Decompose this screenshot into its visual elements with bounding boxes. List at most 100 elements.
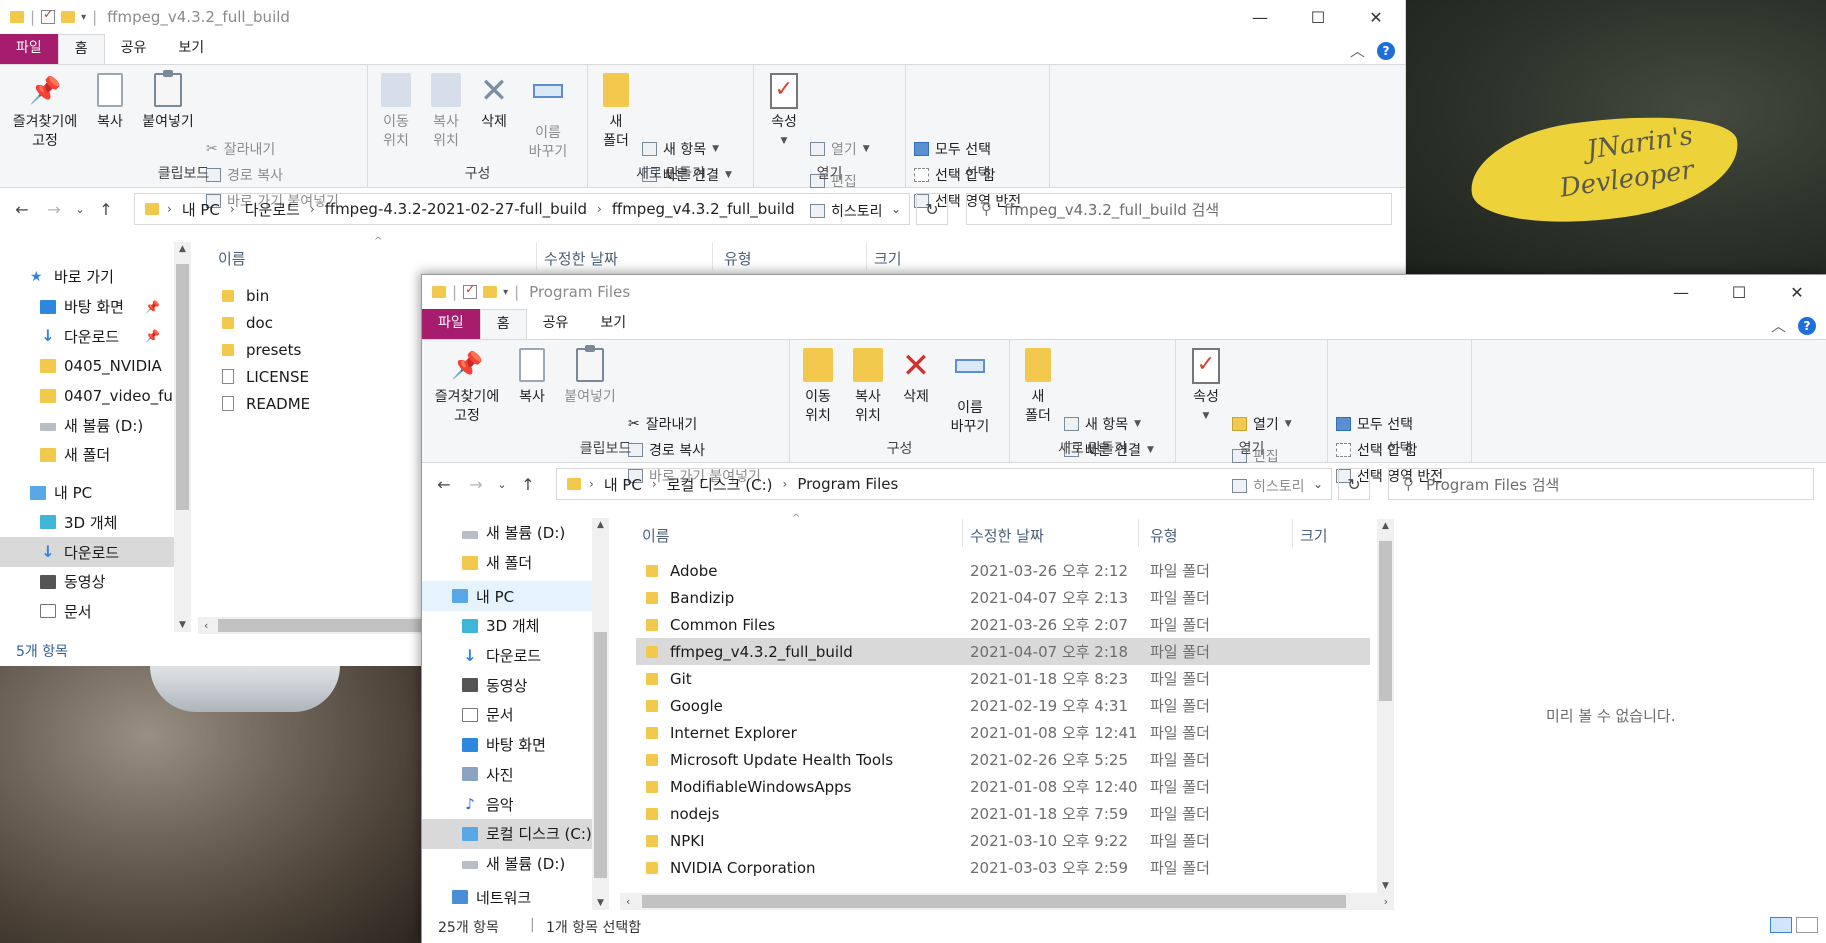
back-arrow-icon[interactable]: ← bbox=[6, 200, 38, 219]
new-item-button[interactable]: 새 항목 ▼ bbox=[1064, 414, 1141, 434]
table-row[interactable]: nodejs 2021-01-18 오후 7:59 파일 폴더 bbox=[636, 800, 1370, 827]
customize-toolbar-icon[interactable]: ▾ bbox=[81, 12, 86, 23]
refresh-button[interactable]: ↻ bbox=[1338, 468, 1370, 500]
tab-share[interactable]: 공유 bbox=[105, 34, 163, 64]
properties-button[interactable]: ✓ 속성 ▼ bbox=[1186, 348, 1226, 426]
large-icons-view-icon[interactable] bbox=[1796, 917, 1818, 933]
column-header-name[interactable]: 이름 bbox=[642, 525, 670, 546]
list-item[interactable]: presets bbox=[212, 336, 402, 363]
delete-button[interactable]: ✕ 삭제 bbox=[474, 73, 514, 132]
explorer-window-program-files[interactable]: | ▾ | Program Files — ☐ ✕ 파일 홈 공유 보기 ︿ ?… bbox=[421, 274, 1826, 943]
scroll-down-icon[interactable]: ▼ bbox=[174, 620, 191, 630]
copy-to-button[interactable]: 복사 위치 bbox=[424, 73, 468, 151]
tab-file[interactable]: 파일 bbox=[0, 34, 58, 64]
nav-scrollbar[interactable]: ▲ ▼ bbox=[174, 242, 191, 632]
nav-item-desktop[interactable]: 바탕 화면 bbox=[422, 730, 592, 760]
copy-button[interactable]: 복사 bbox=[90, 73, 130, 132]
column-header-type[interactable]: 유형 bbox=[1150, 525, 1178, 546]
scroll-left-icon[interactable]: ‹ bbox=[204, 617, 208, 634]
move-to-button[interactable]: 이동 위치 bbox=[374, 73, 418, 151]
column-header-date[interactable]: 수정한 날짜 bbox=[544, 248, 618, 269]
pin-to-quick-access-button[interactable]: 📌 즐겨찾기에 고정 bbox=[426, 348, 508, 426]
nav-item-videos[interactable]: 동영상 bbox=[0, 567, 174, 597]
properties-quick-icon[interactable] bbox=[463, 282, 478, 299]
details-view-icon[interactable] bbox=[1770, 917, 1792, 933]
minimize-button[interactable]: — bbox=[1231, 0, 1289, 34]
minimize-button[interactable]: — bbox=[1652, 275, 1710, 309]
forward-arrow-icon[interactable]: → bbox=[38, 200, 70, 219]
nav-item-folder[interactable]: 0407_video_func bbox=[0, 381, 174, 411]
rename-button[interactable]: 이름 바꾸기 bbox=[520, 73, 576, 162]
tab-file[interactable]: 파일 bbox=[422, 309, 480, 339]
nav-item-pictures[interactable]: 사진 bbox=[422, 760, 592, 790]
nav-item-downloads[interactable]: ↓ 다운로드 bbox=[0, 537, 174, 567]
close-button[interactable]: ✕ bbox=[1347, 0, 1405, 34]
table-row[interactable]: Common Files 2021-03-26 오후 2:07 파일 폴더 bbox=[636, 611, 1370, 638]
list-item[interactable]: LICENSE bbox=[212, 363, 402, 390]
breadcrumb-item[interactable]: 로컬 디스크 (C:) bbox=[667, 474, 773, 495]
table-row-selected[interactable]: ffmpeg_v4.3.2_full_build 2021-04-07 오후 2:… bbox=[636, 638, 1370, 665]
nav-item-folder[interactable]: 새 폴더 bbox=[422, 548, 592, 578]
nav-item-documents[interactable]: 문서 bbox=[0, 597, 174, 627]
scroll-thumb[interactable] bbox=[594, 632, 607, 878]
table-row[interactable]: ModifiableWindowsApps 2021-01-08 오후 12:40… bbox=[636, 773, 1370, 800]
scroll-up-icon[interactable]: ▲ bbox=[174, 244, 191, 254]
cut-button[interactable]: ✂ 잘라내기 bbox=[628, 414, 697, 434]
nav-item-this-pc[interactable]: 내 PC bbox=[422, 581, 592, 612]
collapse-ribbon-icon[interactable]: ︿ bbox=[1771, 315, 1786, 336]
title-bar[interactable]: | ▾ | ffmpeg_v4.3.2_full_build — ☐ ✕ bbox=[0, 0, 1405, 34]
maximize-button[interactable]: ☐ bbox=[1289, 0, 1347, 34]
scroll-left-icon[interactable]: ‹ bbox=[626, 893, 630, 910]
breadcrumb-item[interactable]: ffmpeg-4.3.2-2021-02-27-full_build bbox=[325, 200, 587, 218]
chevron-down-icon[interactable]: ⌄ bbox=[891, 202, 901, 216]
breadcrumb-item[interactable]: Program Files bbox=[797, 475, 898, 493]
new-item-button[interactable]: 새 항목 ▼ bbox=[642, 139, 719, 159]
help-icon[interactable]: ? bbox=[1798, 316, 1816, 335]
file-list-scrollbar[interactable]: ▲ ▼ bbox=[1377, 519, 1394, 893]
table-row[interactable]: NVIDIA Corporation 2021-03-03 오후 2:59 파일 폴… bbox=[636, 854, 1370, 881]
nav-item-3d-objects[interactable]: 3D 개체 bbox=[0, 508, 174, 538]
move-to-button[interactable]: 이동 위치 bbox=[796, 348, 840, 426]
nav-item-downloads[interactable]: ↓ 다운로드 bbox=[422, 641, 592, 671]
nav-item-downloads[interactable]: ↓ 다운로드 📌 bbox=[0, 321, 174, 351]
nav-scrollbar[interactable]: ▲ ▼ bbox=[592, 518, 609, 910]
nav-item-music[interactable]: ♪ 음악 bbox=[422, 789, 592, 819]
tab-share[interactable]: 공유 bbox=[527, 309, 585, 339]
table-row[interactable]: Git 2021-01-18 오후 8:23 파일 폴더 bbox=[636, 665, 1370, 692]
address-bar[interactable]: › 내 PC › 로컬 디스크 (C:) › Program Files ⌄ bbox=[556, 468, 1332, 500]
select-all-button[interactable]: 모두 선택 bbox=[1336, 414, 1413, 434]
up-arrow-icon[interactable]: ↑ bbox=[90, 200, 122, 219]
help-icon[interactable]: ? bbox=[1377, 41, 1395, 60]
pin-to-quick-access-button[interactable]: 📌 즐겨찾기에 고정 bbox=[4, 73, 86, 151]
maximize-button[interactable]: ☐ bbox=[1710, 275, 1768, 309]
scroll-up-icon[interactable]: ▲ bbox=[1377, 521, 1394, 531]
scroll-down-icon[interactable]: ▼ bbox=[592, 898, 609, 908]
scroll-thumb[interactable] bbox=[642, 895, 1346, 908]
scroll-right-icon[interactable]: › bbox=[1384, 893, 1388, 910]
scroll-thumb[interactable] bbox=[218, 619, 422, 632]
customize-toolbar-icon[interactable]: ▾ bbox=[503, 287, 508, 298]
recent-locations-icon[interactable]: ⌄ bbox=[70, 203, 90, 216]
nav-item-folder[interactable]: 새 폴더 bbox=[0, 440, 174, 470]
copy-button[interactable]: 복사 bbox=[512, 348, 552, 407]
title-bar[interactable]: | ▾ | Program Files — ☐ ✕ bbox=[422, 275, 1826, 309]
recent-locations-icon[interactable]: ⌄ bbox=[492, 478, 512, 491]
search-input[interactable]: ⚲ Program Files 검색 bbox=[1388, 468, 1814, 500]
column-header-type[interactable]: 유형 bbox=[724, 248, 752, 269]
table-row[interactable]: NPKI 2021-03-10 오후 9:22 파일 폴더 bbox=[636, 827, 1370, 854]
table-row[interactable]: Adobe 2021-03-26 오후 2:12 파일 폴더 bbox=[636, 557, 1370, 584]
back-arrow-icon[interactable]: ← bbox=[428, 475, 460, 494]
open-button[interactable]: 열기 ▼ bbox=[810, 139, 870, 159]
nav-item-documents[interactable]: 문서 bbox=[422, 700, 592, 730]
open-button[interactable]: 열기 ▼ bbox=[1232, 414, 1292, 434]
breadcrumb-item[interactable]: 다운로드 bbox=[245, 199, 300, 220]
close-button[interactable]: ✕ bbox=[1768, 275, 1826, 309]
horizontal-scrollbar[interactable]: ‹ › bbox=[620, 893, 1394, 910]
column-header-date[interactable]: 수정한 날짜 bbox=[970, 525, 1044, 546]
forward-arrow-icon[interactable]: → bbox=[460, 475, 492, 494]
new-folder-button[interactable]: 새 폴더 bbox=[596, 73, 636, 151]
nav-item-folder[interactable]: 0405_NVIDIA bbox=[0, 351, 174, 381]
chevron-down-icon[interactable]: ⌄ bbox=[1313, 477, 1323, 491]
table-row[interactable]: Internet Explorer 2021-01-08 오후 12:41 파일 폴… bbox=[636, 719, 1370, 746]
horizontal-scrollbar[interactable]: ‹ bbox=[198, 617, 422, 634]
